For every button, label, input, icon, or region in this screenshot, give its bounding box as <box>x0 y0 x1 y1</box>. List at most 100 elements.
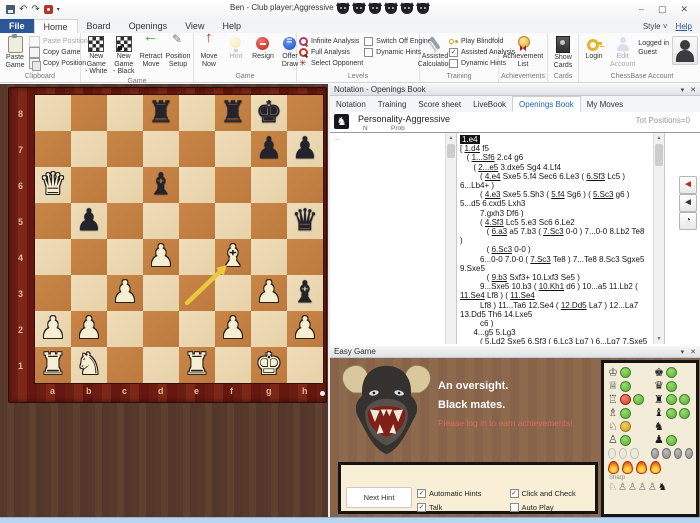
white-piece-d4[interactable]: ♟ <box>143 239 179 275</box>
edit-account-button[interactable]: EditAccount <box>608 35 637 69</box>
tab-openings-book[interactable]: Openings Book <box>512 96 581 112</box>
white-piece-g1[interactable]: ♚ <box>251 347 287 383</box>
square-g2[interactable] <box>251 311 287 347</box>
menu-tab-home[interactable]: Home <box>34 19 78 33</box>
white-piece-e1[interactable]: ♜ <box>179 347 215 383</box>
close-button[interactable]: ✕ <box>680 4 688 15</box>
menu-tab-help[interactable]: Help <box>213 19 250 33</box>
paste-position-button[interactable]: Paste Position <box>29 36 88 46</box>
openings-book-list[interactable]: ... ▲ <box>330 133 457 344</box>
white-piece-f2[interactable]: ♟ <box>215 311 251 347</box>
retract-move-button[interactable]: RetractMove <box>138 35 164 69</box>
checkbox-icon[interactable]: ✓ <box>449 48 458 57</box>
panel-close-icon[interactable]: ✕ <box>690 86 696 94</box>
square-e6[interactable] <box>179 167 215 203</box>
column-header-n[interactable]: N <box>363 125 368 132</box>
square-b4[interactable] <box>71 239 107 275</box>
square-h8[interactable] <box>287 95 323 131</box>
square-a3[interactable] <box>35 275 71 311</box>
square-b8[interactable] <box>71 95 107 131</box>
book-scrollbar-thumb[interactable] <box>447 144 455 158</box>
minimize-button[interactable]: – <box>639 4 644 15</box>
square-e2[interactable] <box>179 311 215 347</box>
black-piece-h5[interactable]: ♛ <box>287 203 323 239</box>
square-c7[interactable] <box>107 131 143 167</box>
moves-scrollbar[interactable]: ▲ ▼ <box>653 133 664 344</box>
new-game-white-button[interactable]: New Game- White <box>83 35 110 77</box>
square-g4[interactable] <box>251 239 287 275</box>
black-piece-d6[interactable]: ♝ <box>143 167 179 203</box>
quick-access-overflow-icon[interactable]: ▾ <box>57 5 60 15</box>
square-a8[interactable] <box>35 95 71 131</box>
book-scrollbar[interactable]: ▲ <box>445 133 456 344</box>
show-cards-button[interactable]: ShowCards <box>550 35 576 70</box>
style-menu[interactable]: Style ˅ <box>643 22 668 31</box>
account-avatar[interactable] <box>670 35 700 67</box>
clock-icon[interactable]: ◔ <box>679 212 697 230</box>
square-b6[interactable] <box>71 167 107 203</box>
checkbox-icon[interactable] <box>449 59 458 68</box>
position-setup-button[interactable]: PositionSetup <box>165 35 191 69</box>
square-f5[interactable] <box>215 203 251 239</box>
undo-icon[interactable]: ↶ <box>19 5 27 15</box>
book-empty-row[interactable]: ... <box>334 135 340 142</box>
column-header-prob[interactable]: Prob <box>391 125 405 132</box>
square-h1[interactable] <box>287 347 323 383</box>
select-opponent-button[interactable]: Select Opponent <box>299 58 363 68</box>
square-e8[interactable] <box>179 95 215 131</box>
redo-icon[interactable]: ↷ <box>31 5 39 15</box>
square-d1[interactable] <box>143 347 179 383</box>
tab-my-moves[interactable]: My Moves <box>581 96 629 112</box>
notation-panel-titlebar[interactable]: Notation - Openings Book ▾ ✕ <box>330 84 700 96</box>
black-piece-g8[interactable]: ♚ <box>251 95 287 131</box>
square-a5[interactable] <box>35 203 71 239</box>
resign-button[interactable]: Resign <box>250 35 276 62</box>
white-piece-a1[interactable]: ♜ <box>35 347 71 383</box>
move-list[interactable]: 1.e4 [ 1.d4 f5 ( 1...Sf6 2.c4 g6 ( 2...e… <box>460 135 648 344</box>
panel-close-icon[interactable]: ✕ <box>690 348 696 356</box>
square-e5[interactable] <box>179 203 215 239</box>
square-e3[interactable] <box>179 275 215 311</box>
square-c5[interactable] <box>107 203 143 239</box>
help-link[interactable]: Help <box>676 22 692 31</box>
chess-board[interactable]: ♜♜♚♟♟♛♝♟♛♟♝♟♟♝♟♟♟♟♜♞♜♚ <box>35 95 323 383</box>
easy-game-titlebar[interactable]: Easy Game ▾ ✕ <box>330 346 700 358</box>
maximize-button[interactable]: ▢ <box>658 4 667 15</box>
white-piece-b2[interactable]: ♟ <box>71 311 107 347</box>
square-d2[interactable] <box>143 311 179 347</box>
checkbox-icon[interactable]: ✓ <box>417 503 426 512</box>
full-analysis-button[interactable]: Full Analysis <box>299 47 363 57</box>
square-a7[interactable] <box>35 131 71 167</box>
takeback-colored-arrow-icon[interactable]: ◄ <box>679 176 697 194</box>
move-now-button[interactable]: MoveNow <box>196 35 222 69</box>
square-h6[interactable] <box>287 167 323 203</box>
black-piece-b5[interactable]: ♟ <box>71 203 107 239</box>
white-piece-h2[interactable]: ♟ <box>287 311 323 347</box>
square-f1[interactable] <box>215 347 251 383</box>
black-piece-h3[interactable]: ♝ <box>287 275 323 311</box>
login-button[interactable]: Login <box>581 35 607 62</box>
checkbox-icon[interactable]: ✓ <box>417 489 426 498</box>
square-g6[interactable] <box>251 167 287 203</box>
checkbox-automatic-hints[interactable]: ✓Automatic Hints <box>417 486 482 500</box>
scroll-up-icon[interactable]: ▲ <box>446 133 456 143</box>
save-icon[interactable] <box>6 5 15 14</box>
panel-menu-icon[interactable]: ▾ <box>681 86 685 94</box>
takeback-arrow-icon[interactable]: ◄ <box>679 194 697 212</box>
white-piece-a2[interactable]: ♟ <box>35 311 71 347</box>
panel-menu-icon[interactable]: ▾ <box>681 348 685 356</box>
checkbox-icon[interactable] <box>364 48 373 57</box>
black-piece-f8[interactable]: ♜ <box>215 95 251 131</box>
square-h4[interactable] <box>287 239 323 275</box>
square-e7[interactable] <box>179 131 215 167</box>
infinite-analysis-button[interactable]: Infinite Analysis <box>299 36 363 46</box>
square-c2[interactable] <box>107 311 143 347</box>
achievement-list-button[interactable]: AchievementList <box>501 35 545 69</box>
tab-livebook[interactable]: LiveBook <box>467 96 512 112</box>
checkbox-icon[interactable] <box>364 37 373 46</box>
square-b3[interactable] <box>71 275 107 311</box>
square-f7[interactable] <box>215 131 251 167</box>
square-c8[interactable] <box>107 95 143 131</box>
assisted-calculation-button[interactable]: AssistedCalculation <box>422 35 448 69</box>
black-piece-d8[interactable]: ♜ <box>143 95 179 131</box>
